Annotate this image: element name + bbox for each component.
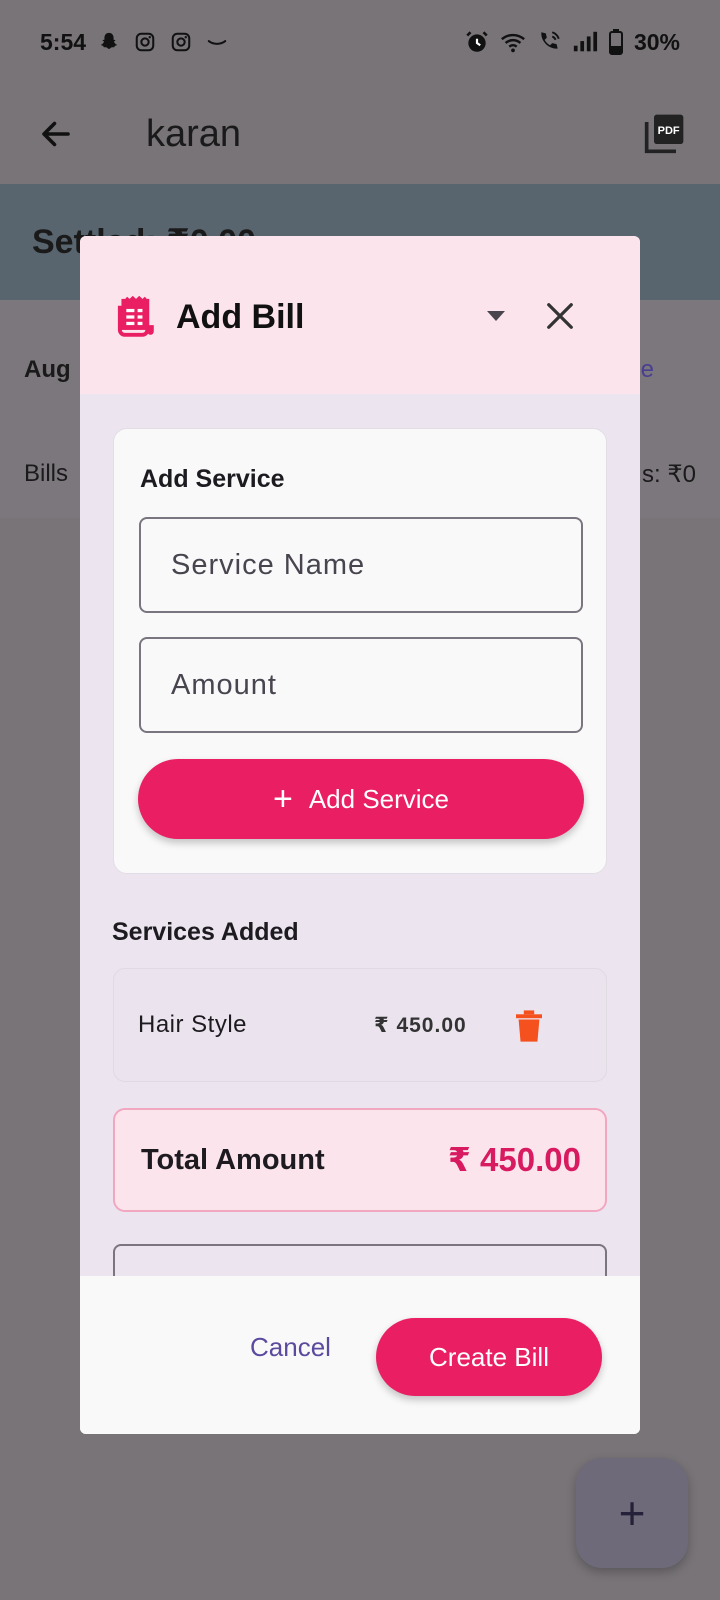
services-added-heading: Services Added — [112, 918, 299, 946]
wifi-calling-icon — [536, 29, 562, 55]
total-value: ₹ 450.00 — [447, 1141, 581, 1178]
add-bill-dialog: Add Bill Add Service + Add Service Servi… — [80, 236, 640, 1434]
service-amount: ₹ 450.00 — [374, 1014, 467, 1037]
total-label: Total Amount — [141, 1144, 325, 1176]
plus-icon: + — [272, 780, 293, 818]
receipt-icon — [117, 296, 154, 337]
instagram-icon — [168, 29, 194, 55]
battery-icon — [608, 29, 624, 55]
service-list-item: Hair Style ₹ 450.00 — [113, 968, 607, 1082]
trash-icon — [516, 1010, 542, 1042]
cancel-button[interactable]: Cancel — [240, 1322, 341, 1373]
caret-down-icon — [487, 311, 505, 321]
arrow-left-icon — [42, 121, 70, 147]
close-button[interactable] — [538, 294, 582, 338]
snapchat-icon — [96, 29, 122, 55]
service-name-input[interactable] — [139, 517, 583, 613]
dropdown-button[interactable] — [476, 296, 516, 336]
balance-label: s: ₹0 — [642, 461, 696, 488]
amazon-icon — [204, 29, 230, 55]
dialog-title: Add Bill — [176, 298, 305, 336]
delete-service-button[interactable] — [512, 1007, 546, 1045]
page-title: karan — [146, 112, 242, 155]
dialog-footer: Cancel Create Bill — [80, 1276, 640, 1434]
month-label: Aug — [24, 356, 71, 383]
amount-input[interactable] — [139, 637, 583, 733]
svg-text:PDF: PDF — [658, 125, 680, 137]
alarm-icon — [464, 29, 490, 55]
add-service-label: Add Service — [308, 783, 450, 814]
status-time: 5:54 — [40, 28, 87, 55]
wifi-icon — [500, 29, 526, 55]
instagram-icon — [132, 29, 158, 55]
add-fab-button[interactable]: + — [576, 1458, 688, 1568]
add-service-button[interactable]: + Add Service — [138, 759, 584, 839]
bills-count: Bills — [24, 460, 69, 487]
total-amount-box: Total Amount ₹ 450.00 — [113, 1108, 607, 1212]
pdf-icon: PDF — [644, 114, 684, 154]
back-button[interactable] — [26, 104, 86, 164]
add-service-card: Add Service + Add Service — [113, 428, 607, 874]
plus-icon: + — [618, 1487, 646, 1539]
battery-percentage: 30% — [633, 28, 680, 55]
card-title: Add Service — [140, 465, 285, 493]
create-bill-button[interactable]: Create Bill — [376, 1318, 602, 1396]
app-bar: karan PDF — [0, 84, 720, 184]
dialog-header: Add Bill — [80, 236, 640, 394]
close-icon — [547, 303, 573, 329]
export-pdf-button[interactable]: PDF — [636, 104, 694, 162]
status-bar: 5:54 30% — [0, 0, 720, 84]
service-name: Hair Style — [138, 1011, 248, 1038]
signal-icon — [572, 29, 598, 55]
